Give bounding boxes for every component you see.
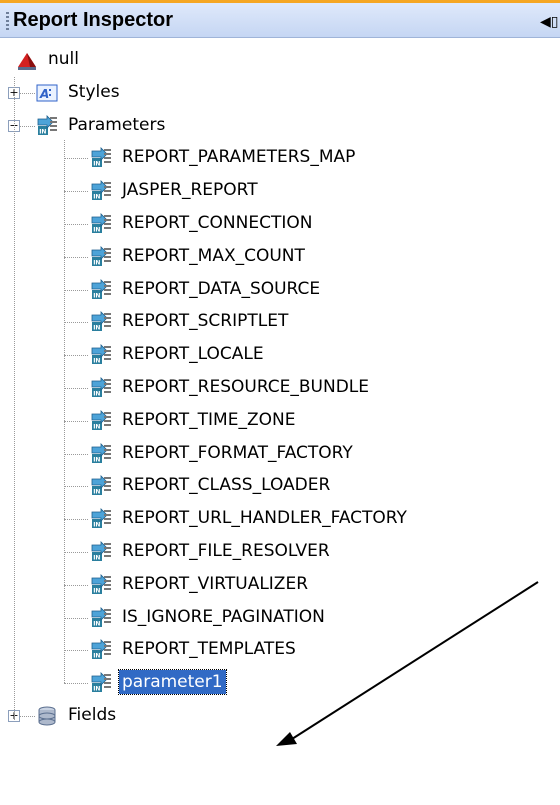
annotation-arrow xyxy=(276,581,539,746)
annotation-arrow-line xyxy=(291,581,539,740)
annotation-arrow-head xyxy=(276,732,297,746)
report-inspector-panel: Report Inspector ◀▯ null A Styles + IN Parame… xyxy=(0,0,560,805)
